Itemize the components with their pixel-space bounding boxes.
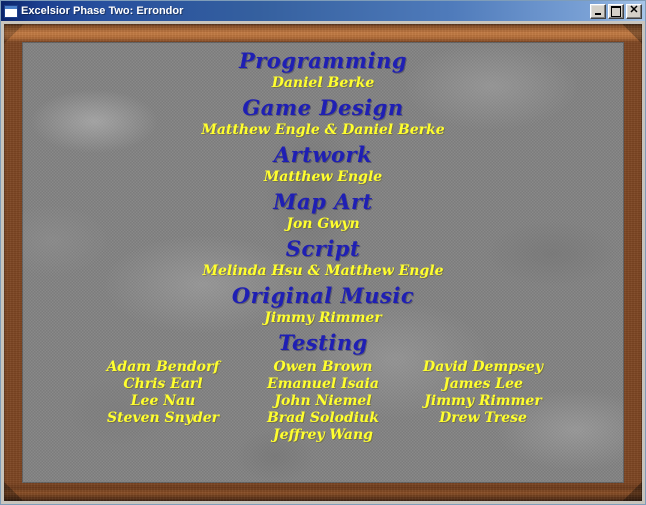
tester-name: Chris Earl <box>123 376 203 392</box>
tester-name: Jeffrey Wang <box>273 427 373 443</box>
section-names: Matthew Engle <box>263 169 383 185</box>
tester-name: John Niemel <box>274 393 372 409</box>
credit-section-testing: Testing Adam Bendorf Chris Earl Lee Nau … <box>22 330 624 444</box>
credits-panel: Programming Daniel Berke Game Design Mat… <box>22 42 624 483</box>
tester-name: Jimmy Rimmer <box>424 393 542 409</box>
credits-content: Programming Daniel Berke Game Design Mat… <box>22 42 624 483</box>
section-names: Jimmy Rimmer <box>264 310 382 326</box>
testers-column-3: David Dempsey James Lee Jimmy Rimmer Dre… <box>403 359 563 427</box>
section-names: Melinda Hsu & Matthew Engle <box>202 263 444 279</box>
maximize-icon <box>609 5 623 18</box>
tester-name: Owen Brown <box>273 359 373 375</box>
credit-section-programming: Programming Daniel Berke <box>22 48 624 93</box>
section-heading: Original Music <box>231 283 415 308</box>
minimize-button[interactable] <box>590 3 606 19</box>
tester-name: Drew Trese <box>439 410 527 426</box>
section-heading: Game Design <box>242 95 404 120</box>
credit-section-artwork: Artwork Matthew Engle <box>22 142 624 187</box>
close-icon: ✕ <box>629 4 639 16</box>
window-title: Excelsior Phase Two: Errondor <box>21 5 184 17</box>
section-names: Jon Gwyn <box>286 216 360 232</box>
decorative-wood-frame: Programming Daniel Berke Game Design Mat… <box>4 24 642 501</box>
credit-section-script: Script Melinda Hsu & Matthew Engle <box>22 236 624 281</box>
credit-section-game-design: Game Design Matthew Engle & Daniel Berke <box>22 95 624 140</box>
section-heading: Testing <box>278 330 368 355</box>
tester-name: Steven Snyder <box>106 410 220 426</box>
tester-name: Emanuel Isaia <box>267 376 379 392</box>
credit-section-original-music: Original Music Jimmy Rimmer <box>22 283 624 328</box>
client-area: Programming Daniel Berke Game Design Mat… <box>1 21 645 504</box>
testers-column-2: Owen Brown Emanuel Isaia John Niemel Bra… <box>243 359 403 444</box>
tester-name: Adam Bendorf <box>106 359 220 375</box>
section-heading: Script <box>285 236 361 261</box>
section-heading: Programming <box>238 48 408 73</box>
application-window: Excelsior Phase Two: Errondor ✕ Programm… <box>0 0 646 505</box>
title-bar[interactable]: Excelsior Phase Two: Errondor ✕ <box>1 1 645 21</box>
tester-name: Lee Nau <box>130 393 196 409</box>
section-heading: Map Art <box>273 189 373 214</box>
tester-name: James Lee <box>443 376 523 392</box>
minimize-icon <box>591 5 605 18</box>
close-button[interactable]: ✕ <box>626 3 642 19</box>
testers-column-1: Adam Bendorf Chris Earl Lee Nau Steven S… <box>83 359 243 427</box>
window-controls: ✕ <box>590 3 642 19</box>
testers-columns: Adam Bendorf Chris Earl Lee Nau Steven S… <box>22 359 624 444</box>
credit-section-map-art: Map Art Jon Gwyn <box>22 189 624 234</box>
window-document-icon <box>4 4 18 18</box>
tester-name: Brad Solodiuk <box>266 410 380 426</box>
maximize-button[interactable] <box>608 3 624 19</box>
tester-name: David Dempsey <box>423 359 543 375</box>
section-names: Matthew Engle & Daniel Berke <box>201 122 445 138</box>
section-heading: Artwork <box>273 142 373 167</box>
section-names: Daniel Berke <box>271 75 375 91</box>
